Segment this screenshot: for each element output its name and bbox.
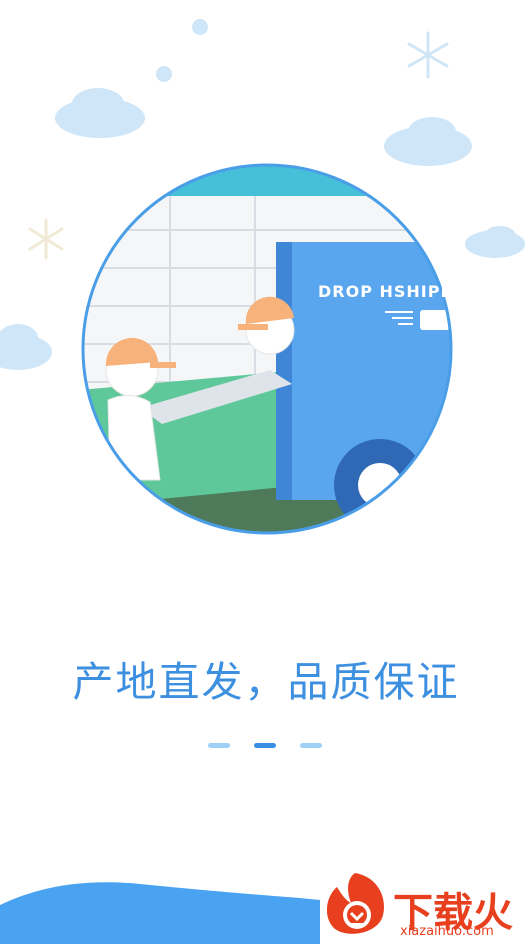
watermark-logo-icon [326,873,384,934]
watermark-url: xiazaihuo.com [400,924,494,939]
